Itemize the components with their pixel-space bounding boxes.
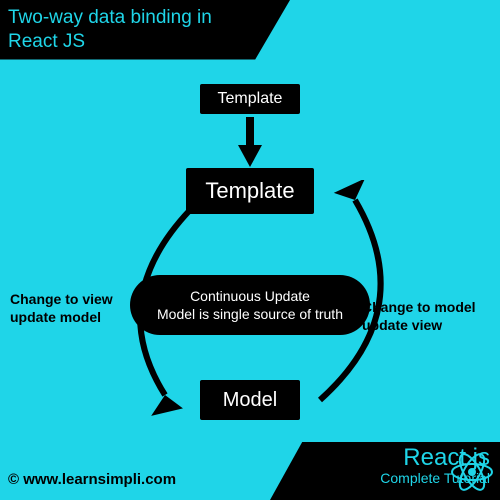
node-model: Model	[200, 380, 300, 420]
title-banner: Two-way data binding in React JS	[0, 0, 290, 60]
node-template-top: Template	[200, 84, 300, 114]
node-label: Template	[218, 90, 283, 107]
footer-copyright: © www.learnsimpli.com	[8, 471, 176, 488]
react-logo-icon	[450, 450, 494, 494]
arrow-left-cycle-icon	[95, 200, 215, 420]
node-label: Template	[205, 178, 294, 203]
arrow-down-icon	[238, 115, 262, 167]
node-label: Model	[223, 389, 277, 411]
copyright-text: © www.learnsimpli.com	[8, 471, 176, 488]
arrow-right-cycle-icon	[300, 180, 430, 410]
page-title: Two-way data binding in React JS	[8, 7, 212, 52]
